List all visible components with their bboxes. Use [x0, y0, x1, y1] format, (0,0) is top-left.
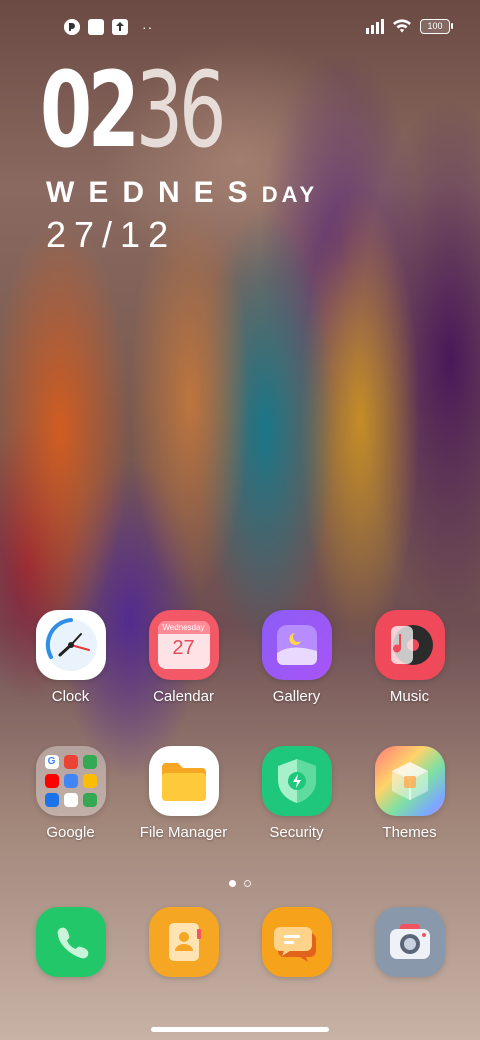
app-calendar[interactable]: Wednesday 27 Calendar	[127, 610, 240, 705]
calendar-icon: Wednesday 27	[148, 610, 219, 680]
meet-icon	[63, 793, 78, 807]
dock-camera[interactable]	[353, 907, 466, 977]
weekday-big: WEDNES	[46, 176, 262, 209]
app-file-manager[interactable]: File Manager	[127, 746, 240, 841]
time-display: 0236	[40, 58, 227, 162]
time-minutes: 36	[135, 49, 227, 171]
shield-icon	[261, 746, 332, 816]
app-label: Calendar	[153, 688, 214, 705]
app-themes[interactable]: Themes	[353, 746, 466, 841]
camera-icon	[374, 907, 445, 977]
app-security[interactable]: Security	[240, 746, 353, 841]
weekday-small: DAY	[261, 182, 319, 207]
calendar-weekday: Wednesday	[157, 621, 210, 634]
phone-icon	[35, 907, 106, 977]
app-label: Google	[46, 824, 95, 841]
google-folder-icon: G	[35, 746, 106, 816]
upload-icon	[112, 19, 128, 35]
music-icon	[374, 610, 445, 680]
dock-phone[interactable]	[14, 907, 127, 977]
circle-app-icon	[64, 19, 80, 35]
app-label: Clock	[51, 688, 90, 705]
themes-cube-icon	[374, 746, 445, 816]
contacts-icon	[148, 907, 219, 977]
wifi-icon	[393, 19, 411, 33]
maps-icon	[82, 755, 97, 769]
status-bar: ·· 100	[0, 0, 480, 56]
gmail-icon	[63, 755, 78, 769]
more-dots-icon: ··	[142, 19, 154, 35]
page-indicator[interactable]	[0, 880, 480, 887]
system-icons: 100	[366, 18, 453, 34]
date-display: 27/12	[46, 214, 177, 255]
time-hours: 02	[40, 49, 140, 171]
square-notification-icon	[88, 19, 104, 35]
signal-icon	[366, 18, 384, 34]
notification-icons: ··	[64, 19, 153, 35]
app-label: Themes	[382, 824, 437, 841]
page-dot[interactable]	[244, 880, 251, 887]
app-label: Gallery	[272, 688, 321, 705]
play-icon	[82, 793, 97, 807]
page-dot-active[interactable]	[229, 880, 236, 887]
app-label: Music	[389, 688, 430, 705]
weekday: WEDNESDAY	[46, 176, 318, 210]
app-label: File Manager	[139, 824, 228, 841]
app-gallery[interactable]: Gallery	[240, 610, 353, 705]
clock-widget[interactable]: 0236 WEDNESDAY 27/12	[40, 58, 314, 255]
folder-icon	[148, 746, 219, 816]
google-icon: G	[44, 755, 59, 769]
calendar-day: 27	[172, 637, 195, 659]
drive-icon	[63, 774, 78, 788]
messages-icon	[261, 907, 332, 977]
youtube-icon	[44, 774, 59, 788]
clock-icon	[35, 610, 106, 680]
battery-level: 100	[427, 21, 443, 31]
app-label: Security	[269, 824, 324, 841]
gallery-icon	[261, 610, 332, 680]
dock-contacts[interactable]	[127, 907, 240, 977]
app-google-folder[interactable]: G Google	[14, 746, 127, 841]
battery-icon: 100	[420, 18, 453, 34]
home-indicator-bar[interactable]	[151, 1027, 329, 1032]
app-clock[interactable]: Clock	[14, 610, 127, 705]
photos-icon	[82, 774, 97, 788]
app-music[interactable]: Music	[353, 610, 466, 705]
chrome-icon	[44, 793, 59, 807]
dock-messages[interactable]	[240, 907, 353, 977]
